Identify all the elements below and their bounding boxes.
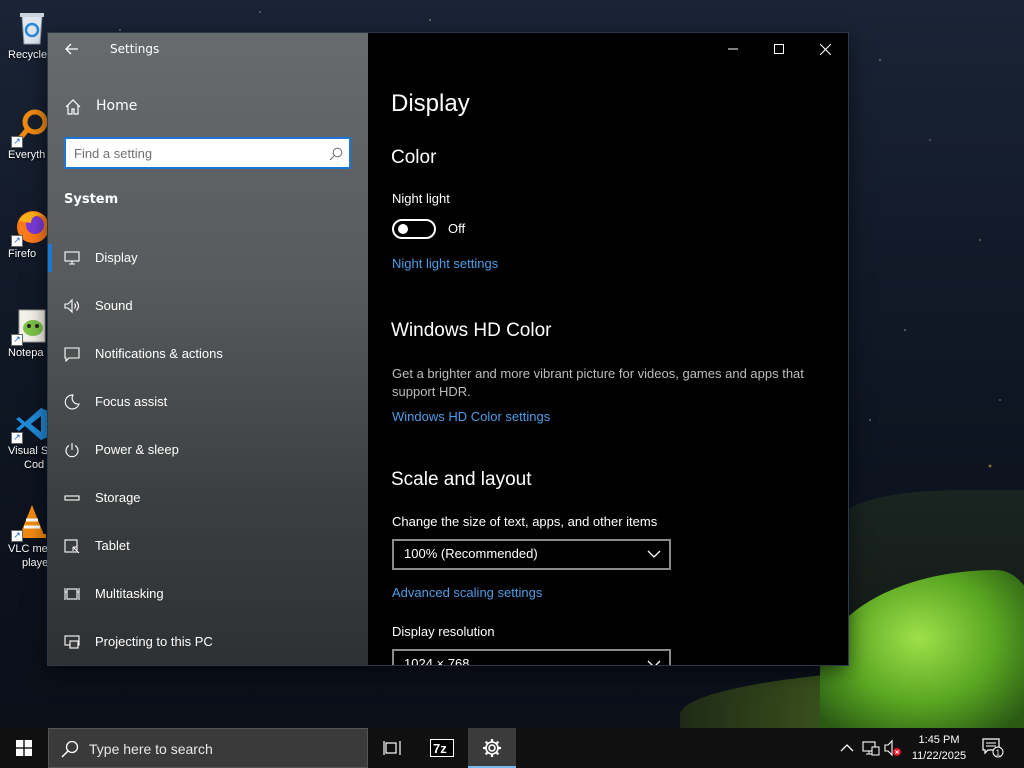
settings-window: Settings Home System Display Sound Notif… [48, 33, 848, 665]
notification-count: 1 [996, 749, 1001, 758]
window-title: Settings [110, 42, 160, 56]
notification-icon [64, 346, 80, 363]
nav-item-tablet[interactable]: Tablet [48, 526, 368, 566]
nav-item-label: Notifications & actions [95, 346, 223, 361]
volume-muted-icon[interactable] [884, 739, 902, 757]
home-icon [65, 99, 81, 115]
firefox-icon: ↗ [11, 207, 51, 247]
taskbar: Type here to search 7z 1:45 PM 11/22/202… [0, 728, 1024, 768]
nav-item-label: Tablet [95, 538, 130, 553]
hd-color-heading: Windows HD Color [391, 320, 552, 341]
night-light-state: Off [448, 221, 466, 236]
shortcut-arrow-icon: ↗ [11, 432, 23, 444]
maximize-button[interactable] [756, 33, 802, 65]
resolution-dropdown[interactable]: 1024 × 768 [392, 649, 671, 665]
find-setting-search[interactable] [64, 137, 351, 169]
taskbar-search-placeholder: Type here to search [89, 741, 213, 757]
back-arrow-icon [65, 43, 78, 55]
taskbar-search-box[interactable]: Type here to search [48, 728, 368, 768]
nav-item-label: Storage [95, 490, 141, 505]
nav-item-power-sleep[interactable]: Power & sleep [48, 430, 368, 470]
show-hidden-icons-chevron-icon[interactable] [838, 739, 856, 757]
close-icon [819, 43, 831, 55]
7zip-icon: 7z [430, 739, 454, 757]
shortcut-arrow-icon: ↗ [11, 235, 23, 247]
chevron-down-icon [647, 660, 661, 665]
clock-date: 11/22/2025 [911, 750, 967, 762]
navigation-pane: Settings Home System Display Sound Notif… [48, 33, 368, 665]
nav-item-label: Multitasking [95, 586, 164, 601]
recycle-bin-icon [13, 8, 51, 46]
task-view-button[interactable] [368, 728, 416, 768]
nav-item-label: Sound [95, 298, 133, 313]
clock-time: 1:45 PM [918, 734, 960, 746]
nav-item-storage[interactable]: Storage [48, 478, 368, 518]
shortcut-arrow-icon: ↗ [11, 530, 23, 542]
shortcut-arrow-icon: ↗ [11, 136, 23, 148]
power-icon [64, 442, 80, 458]
toggle-knob [398, 224, 408, 234]
scale-size-label: Change the size of text, apps, and other… [392, 514, 658, 529]
nav-item-focus-assist[interactable]: Focus assist [48, 382, 368, 422]
moon-icon [64, 394, 80, 410]
start-button[interactable] [0, 728, 48, 768]
back-button[interactable] [56, 35, 88, 63]
gear-icon [483, 739, 501, 757]
scale-layout-heading: Scale and layout [391, 469, 532, 490]
search-icon[interactable] [329, 146, 343, 161]
projecting-icon [64, 634, 80, 650]
scale-dropdown-value: 100% (Recommended) [404, 546, 538, 561]
display-icon [64, 250, 80, 266]
maximize-icon [774, 44, 784, 54]
nav-section-system: System [64, 192, 119, 207]
close-button[interactable] [802, 33, 848, 65]
title-bar[interactable]: Settings [48, 33, 368, 65]
nav-item-notifications[interactable]: Notifications & actions [48, 334, 368, 374]
nav-item-label: Power & sleep [95, 442, 179, 457]
color-heading: Color [391, 147, 437, 168]
hd-color-settings-link[interactable]: Windows HD Color settings [392, 409, 550, 424]
minimize-icon [728, 48, 738, 50]
page-title: Display [391, 90, 470, 117]
chevron-down-icon [647, 550, 661, 558]
nav-home-label: Home [96, 98, 138, 114]
notepad-plus-plus-icon: ↗ [11, 306, 51, 346]
network-icon[interactable] [862, 739, 880, 757]
content-pane: Display Color Night light Off Night ligh… [368, 33, 848, 665]
scale-dropdown[interactable]: 100% (Recommended) [392, 539, 671, 570]
resolution-label: Display resolution [392, 624, 495, 639]
taskbar-clock[interactable]: 1:45 PM 11/22/2025 [906, 732, 972, 764]
nav-home[interactable]: Home [48, 89, 368, 125]
night-light-toggle[interactable] [392, 219, 436, 239]
find-setting-input[interactable] [74, 144, 314, 162]
nav-item-label: Display [95, 250, 138, 265]
nav-item-label: Focus assist [95, 394, 168, 409]
everything-search-icon: ↗ [11, 108, 51, 148]
action-center-icon[interactable]: 1 [982, 738, 1004, 758]
nav-item-label: Projecting to this PC [95, 634, 213, 649]
storage-icon [64, 490, 80, 506]
vscode-icon: ↗ [11, 404, 51, 444]
nav-item-projecting[interactable]: Projecting to this PC [48, 622, 368, 662]
hd-color-description: Get a brighter and more vibrant picture … [392, 366, 804, 399]
nav-item-display[interactable]: Display [48, 238, 368, 278]
7zip-icon-text: 7z [433, 741, 447, 756]
resolution-dropdown-value: 1024 × 768 [404, 656, 470, 665]
night-light-settings-link[interactable]: Night light settings [392, 256, 498, 271]
task-view-icon [383, 741, 401, 755]
search-icon [61, 740, 79, 758]
speaker-icon [64, 298, 80, 314]
taskbar-settings-button[interactable] [468, 728, 516, 768]
minimize-button[interactable] [710, 33, 756, 65]
nav-item-multitasking[interactable]: Multitasking [48, 574, 368, 614]
multitasking-icon [64, 586, 80, 602]
windows-logo-icon [16, 740, 32, 756]
tablet-icon [64, 538, 80, 554]
nav-item-sound[interactable]: Sound [48, 286, 368, 326]
vlc-icon: ↗ [11, 502, 51, 542]
taskbar-7zip-button[interactable]: 7z [418, 728, 466, 768]
night-light-label: Night light [392, 191, 450, 206]
advanced-scaling-link[interactable]: Advanced scaling settings [392, 585, 542, 600]
shortcut-arrow-icon: ↗ [11, 334, 23, 346]
